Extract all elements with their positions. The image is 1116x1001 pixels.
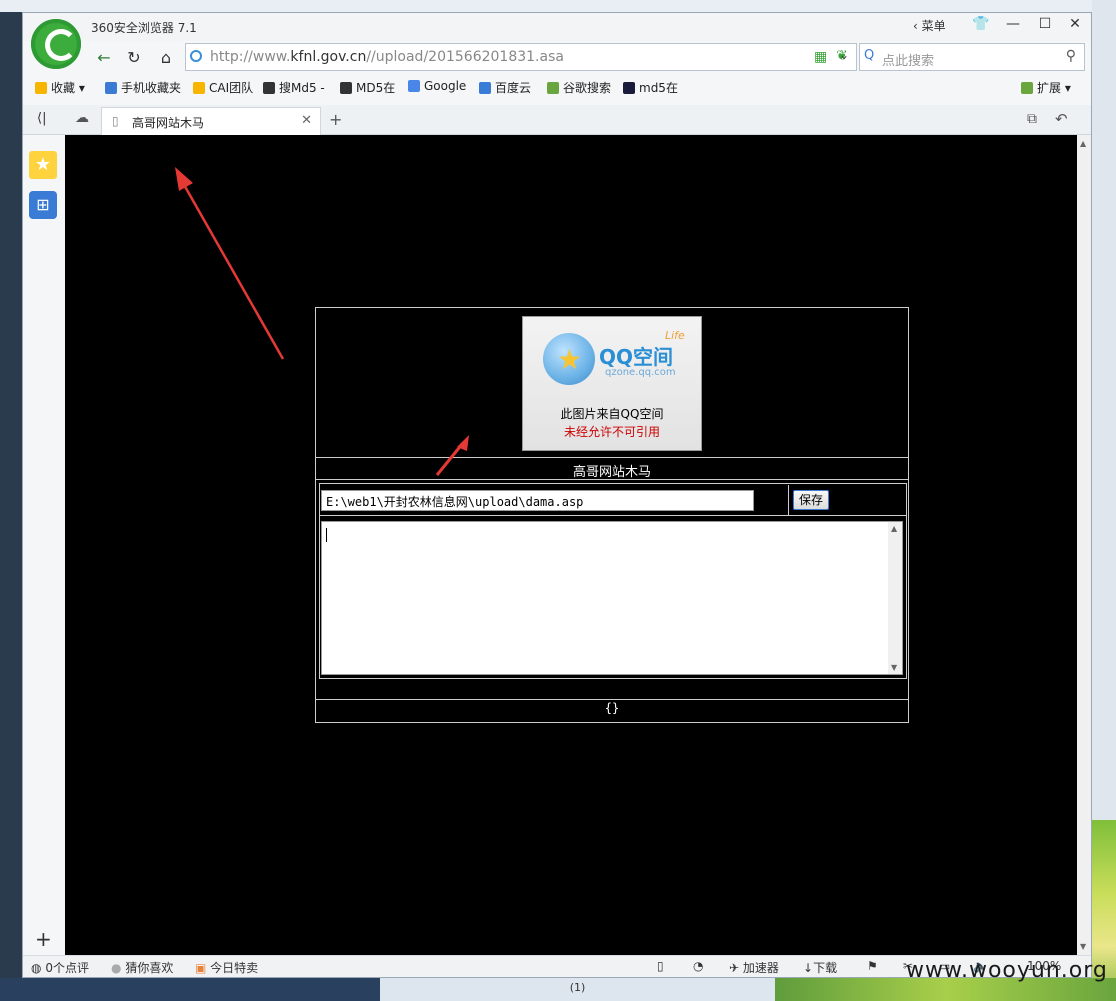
page-content: ★ QQ空间 Life qzone.qq.com 此图片来自QQ空间 未经允许不… <box>65 135 1077 955</box>
home-icon[interactable]: ⌂ <box>153 45 179 71</box>
bookmark-baidu-cloud[interactable]: 百度云 <box>479 79 531 96</box>
close-tab-icon[interactable]: ✕ <box>301 113 312 128</box>
page-scrollbar[interactable]: ▲ ▼ <box>1077 135 1091 955</box>
restore-tabs-icon[interactable]: ⧉ <box>1027 111 1037 127</box>
cloud-icon[interactable]: ☁ <box>75 110 89 126</box>
menu-button[interactable]: ‹ 菜单 <box>913 17 946 34</box>
new-icon <box>340 82 352 94</box>
taskbar-item[interactable]: (1) <box>380 978 775 1001</box>
google-icon <box>408 80 420 92</box>
phone-icon <box>105 82 117 94</box>
skin-button[interactable]: 👕 <box>965 13 997 37</box>
extensions-button[interactable]: 扩展 ▾ <box>1021 79 1071 96</box>
grid-icon <box>623 82 635 94</box>
bookmark-favorites[interactable]: 收藏 ▾ <box>35 79 85 96</box>
star-icon <box>35 82 47 94</box>
rocket-icon: ✈ <box>729 961 740 975</box>
desktop-left-strip <box>0 0 24 1001</box>
tab-active[interactable]: ▯ 高哥网站木马 ✕ <box>101 107 321 135</box>
search-placeholder[interactable]: 点此搜索 <box>882 50 934 69</box>
reviews-item[interactable]: ◍ 0个点评 <box>31 959 89 976</box>
maximize-button[interactable]: ☐ <box>1029 13 1061 37</box>
bookmark-google-search[interactable]: 谷歌搜索 <box>547 79 611 96</box>
tab-label: 高哥网站木马 <box>132 116 205 130</box>
dot-icon: ● <box>111 961 122 975</box>
mobile-icon[interactable]: ▯ <box>657 959 664 973</box>
undo-close-icon[interactable]: ↶ <box>1055 110 1068 128</box>
scroll-up-icon[interactable]: ▲ <box>1080 139 1086 148</box>
desktop-top-strip <box>0 0 1116 12</box>
deals-item[interactable]: ▣ 今日特卖 <box>195 959 258 976</box>
search-engine-icon[interactable]: Q <box>864 48 874 63</box>
window-title: 360安全浏览器 7.1 <box>91 21 197 35</box>
page-icon: ▯ <box>112 114 119 128</box>
url-text[interactable]: http://www.kfnl.gov.cn//upload/201566201… <box>210 49 564 65</box>
bookmark-cai[interactable]: CAI团队 <box>193 79 253 96</box>
search-icon[interactable]: ⚲ <box>1066 48 1076 64</box>
annotation-arrows <box>175 167 469 476</box>
menu-label: 菜单 <box>921 19 946 33</box>
refresh-icon[interactable]: ↻ <box>121 45 147 71</box>
scroll-down-icon[interactable]: ▼ <box>1080 942 1086 951</box>
chevron-down-icon[interactable]: ⌄ <box>839 48 849 62</box>
flag-icon[interactable]: ⚑ <box>867 959 878 973</box>
watermark-text: www.wooyun.org <box>906 958 1108 983</box>
search-box[interactable]: Q 点此搜索 ⚲ <box>859 43 1085 71</box>
gift-icon: ▣ <box>195 961 207 975</box>
site-ie-icon <box>190 50 202 62</box>
sidebar-toggle-icon[interactable]: ⟨| <box>37 111 46 126</box>
back-arrow-icon[interactable]: ← <box>91 45 117 71</box>
new-tab-button[interactable]: + <box>329 110 342 129</box>
close-window-button[interactable]: ✕ <box>1059 13 1091 37</box>
minimize-button[interactable]: — <box>997 13 1029 37</box>
bookmark-md5[interactable]: md5在 <box>623 79 678 96</box>
cloud-icon <box>479 82 491 94</box>
browser-logo-icon[interactable] <box>31 19 81 69</box>
bookmark-mobile[interactable]: 手机收藏夹 <box>105 79 181 96</box>
browser-window: 360安全浏览器 7.1 ‹ 菜单 👕 — ☐ ✕ ← ↻ ⌂ http://w… <box>22 12 1092 978</box>
download-icon: ↓ <box>803 961 814 975</box>
bookmark-google[interactable]: Google <box>408 79 466 93</box>
bookmark-md5-online[interactable]: MD5在 <box>340 79 395 96</box>
extensions-icon <box>1021 82 1033 94</box>
new-icon <box>263 82 275 94</box>
bookmark-md5-search[interactable]: 搜Md5 - <box>263 79 325 96</box>
favorites-star-icon[interactable]: ★ <box>29 151 57 179</box>
sidebar <box>23 135 65 955</box>
annotation-arrowhead-tab <box>175 167 193 191</box>
annotation-arrow-tab <box>181 182 285 360</box>
badge-icon <box>193 82 205 94</box>
qr-code-icon[interactable]: ▦ <box>814 49 827 65</box>
address-bar[interactable]: http://www.kfnl.gov.cn//upload/201566201… <box>185 43 857 71</box>
apps-icon[interactable]: ⊞ <box>29 191 57 219</box>
speed-icon[interactable]: ◔ <box>693 959 703 973</box>
download-item[interactable]: ↓下载 <box>803 959 837 976</box>
guess-item[interactable]: ● 猜你喜欢 <box>111 959 173 976</box>
accelerator-item[interactable]: ✈ 加速器 <box>729 959 779 976</box>
leaf-icon <box>547 82 559 94</box>
reviews-icon: ◍ <box>31 961 42 975</box>
add-sidebar-icon[interactable]: + <box>35 927 52 951</box>
